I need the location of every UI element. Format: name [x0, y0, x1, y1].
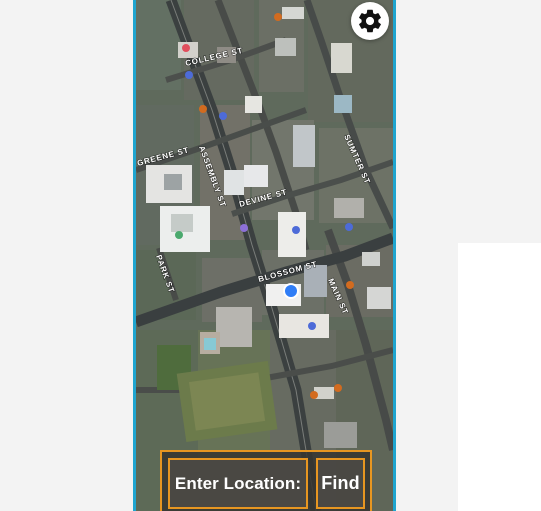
building — [324, 422, 357, 448]
map-marker[interactable] — [240, 224, 248, 232]
building — [224, 170, 244, 195]
location-dot-icon — [283, 283, 299, 299]
map-marker[interactable] — [182, 44, 190, 52]
pool — [204, 338, 216, 350]
building — [282, 7, 304, 19]
location-search-bar: Enter Location: Find — [160, 450, 372, 511]
building — [164, 174, 182, 190]
map-marker[interactable] — [345, 223, 353, 231]
map-marker[interactable] — [185, 71, 193, 79]
building — [331, 43, 352, 73]
building — [275, 38, 296, 56]
settings-button[interactable] — [351, 2, 389, 40]
map-marker[interactable] — [346, 281, 354, 289]
building — [367, 287, 391, 309]
map-marker[interactable] — [334, 384, 342, 392]
current-location-marker[interactable] — [282, 282, 300, 300]
map-marker[interactable] — [308, 322, 316, 330]
building — [278, 212, 306, 257]
map-marker[interactable] — [175, 231, 183, 239]
side-panel — [458, 243, 541, 511]
gear-icon — [359, 9, 381, 33]
sports-field-interior — [189, 372, 266, 431]
building — [362, 252, 380, 266]
mobile-map-view: COLLEGE ST GREENE ST ASSEMBLY ST SUMTER … — [133, 0, 396, 511]
satellite-map-image[interactable]: COLLEGE ST GREENE ST ASSEMBLY ST SUMTER … — [136, 0, 393, 511]
map-marker[interactable] — [310, 391, 318, 399]
building — [279, 314, 329, 338]
building — [293, 125, 315, 167]
map-marker[interactable] — [219, 112, 227, 120]
map-marker[interactable] — [292, 226, 300, 234]
map-marker[interactable] — [199, 105, 207, 113]
building — [334, 198, 364, 218]
enter-location-button[interactable]: Enter Location: — [168, 458, 308, 509]
building — [171, 214, 193, 232]
building — [334, 95, 352, 113]
satellite-map[interactable]: COLLEGE ST GREENE ST ASSEMBLY ST SUMTER … — [136, 0, 393, 511]
map-marker[interactable] — [274, 13, 282, 21]
building — [216, 307, 252, 347]
find-button[interactable]: Find — [316, 458, 365, 509]
building — [245, 96, 262, 113]
app-page: COLLEGE ST GREENE ST ASSEMBLY ST SUMTER … — [0, 0, 541, 511]
building — [244, 165, 268, 187]
